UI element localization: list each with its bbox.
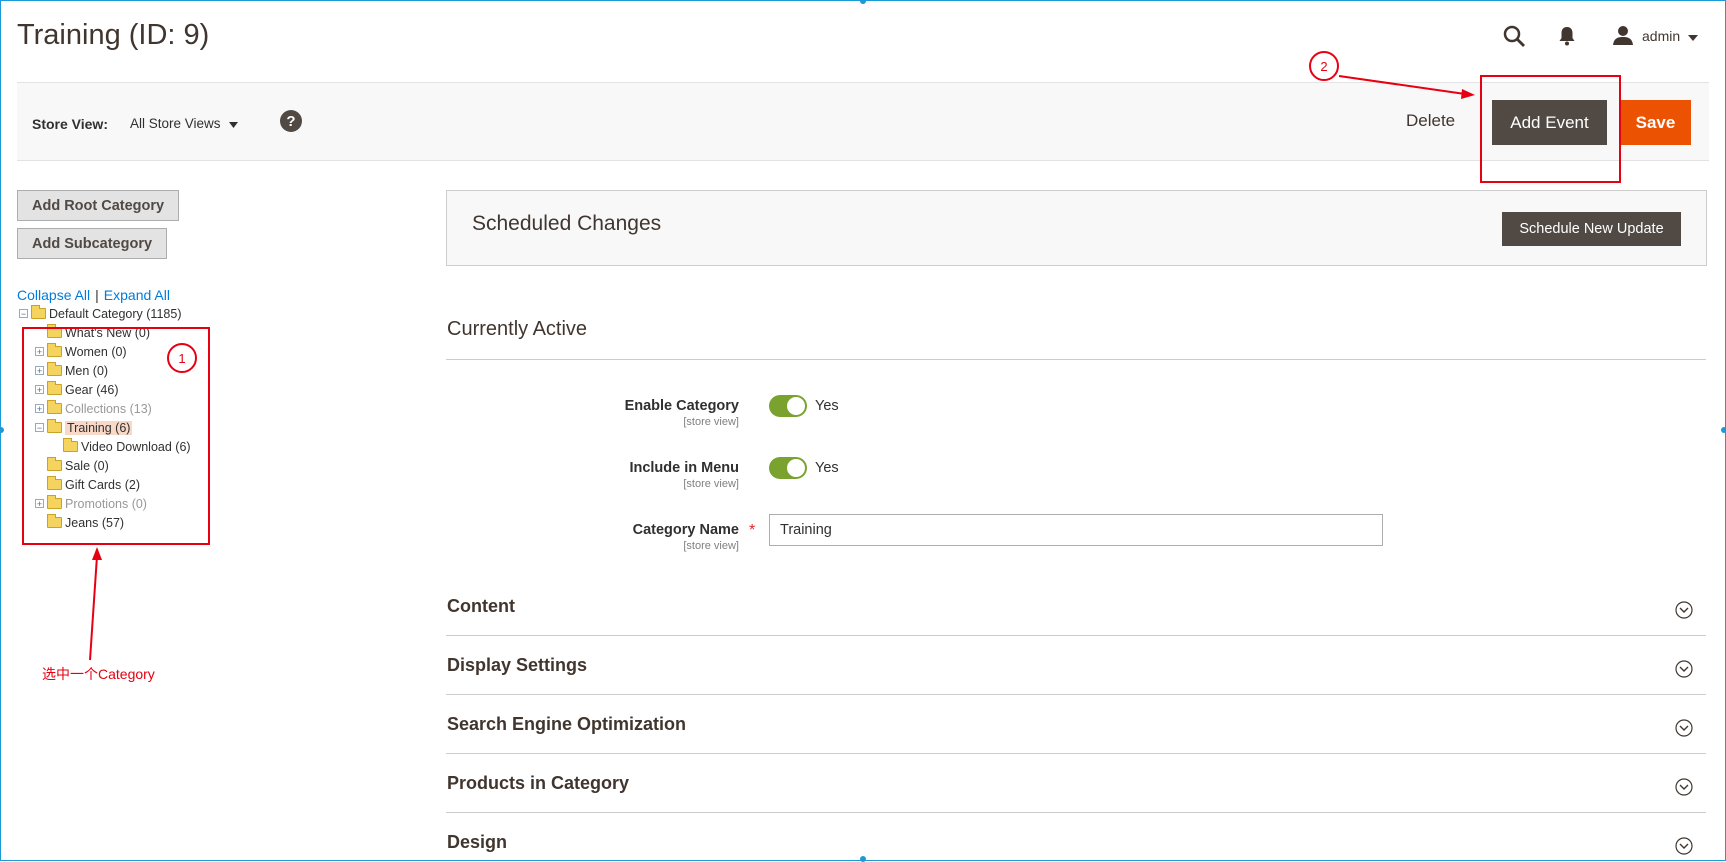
add-root-category-button[interactable]: Add Root Category bbox=[17, 190, 180, 221]
section-divider bbox=[446, 359, 1706, 360]
section-title: Products in Category bbox=[447, 773, 630, 793]
store-view-switcher[interactable]: All Store Views bbox=[130, 116, 238, 131]
section-title: Display Settings bbox=[447, 655, 588, 675]
section-products-in-category[interactable]: Products in Category bbox=[446, 763, 1706, 822]
category-name-label: Category Name bbox=[632, 522, 739, 538]
include-in-menu-value: Yes bbox=[815, 460, 839, 476]
user-menu[interactable]: admin bbox=[1612, 24, 1699, 49]
schedule-new-update-button[interactable]: Schedule New Update bbox=[1502, 212, 1681, 246]
delete-button[interactable]: Delete bbox=[1406, 111, 1455, 131]
tree-node-label: Default Category (1185) bbox=[49, 306, 182, 321]
section-title: Content bbox=[447, 596, 515, 616]
resize-handle-right[interactable] bbox=[1721, 427, 1726, 433]
category-name-scope: [store view] bbox=[683, 540, 739, 552]
user-icon bbox=[1612, 24, 1634, 49]
section-title: Design bbox=[447, 832, 508, 852]
chevron-down-icon bbox=[1688, 28, 1699, 44]
enable-category-value: Yes bbox=[815, 398, 839, 414]
expand-all-link[interactable]: Expand All bbox=[104, 287, 170, 303]
bell-icon[interactable] bbox=[1555, 24, 1579, 48]
include-in-menu-toggle[interactable] bbox=[769, 457, 807, 479]
chevron-down-icon bbox=[1675, 601, 1693, 619]
currently-active-title: Currently Active bbox=[447, 318, 588, 340]
tree-controls: Collapse All | Expand All bbox=[17, 287, 170, 303]
enable-category-scope: [store view] bbox=[683, 416, 739, 428]
section-divider bbox=[446, 635, 1706, 636]
page-actions-toolbar: Store View: All Store Views ? Delete Add… bbox=[17, 82, 1709, 161]
annotation-step-2: 2 bbox=[1309, 51, 1339, 81]
enable-category-label: Enable Category bbox=[624, 398, 739, 414]
section-seo[interactable]: Search Engine Optimization bbox=[446, 704, 1706, 763]
include-in-menu-scope: [store view] bbox=[683, 478, 739, 490]
scheduled-changes-title: Scheduled Changes bbox=[472, 212, 662, 235]
section-divider bbox=[446, 812, 1706, 813]
include-in-menu-label: Include in Menu bbox=[629, 460, 739, 476]
caret-down-icon bbox=[228, 116, 238, 131]
add-subcategory-button[interactable]: Add Subcategory bbox=[17, 228, 168, 259]
help-icon[interactable]: ? bbox=[280, 110, 302, 132]
store-view-label: Store View: bbox=[32, 116, 108, 132]
collapse-icon[interactable]: − bbox=[19, 309, 28, 319]
section-divider bbox=[446, 694, 1706, 695]
category-name-input[interactable] bbox=[769, 514, 1383, 546]
chevron-down-icon bbox=[1675, 837, 1693, 855]
section-title: Search Engine Optimization bbox=[447, 714, 687, 734]
folder-icon bbox=[31, 305, 46, 319]
section-design[interactable]: Design bbox=[446, 822, 1706, 860]
chevron-down-icon bbox=[1675, 778, 1693, 796]
chevron-down-icon bbox=[1675, 660, 1693, 678]
tree-node-default-category[interactable]: − Default Category (1185) bbox=[19, 304, 181, 323]
resize-handle-top[interactable] bbox=[860, 0, 866, 4]
link-separator: | bbox=[95, 287, 99, 303]
annotation-note: 选中一个Category bbox=[42, 666, 155, 682]
search-icon[interactable] bbox=[1502, 24, 1526, 48]
scheduled-changes-panel: Scheduled Changes Schedule New Update bbox=[446, 190, 1707, 266]
page-title: Training (ID: 9) bbox=[17, 19, 210, 51]
enable-category-toggle[interactable] bbox=[769, 395, 807, 417]
annotation-box-add-event bbox=[1480, 75, 1621, 183]
section-content[interactable]: Content bbox=[446, 586, 1706, 645]
save-button[interactable]: Save bbox=[1620, 100, 1691, 145]
collapse-all-link[interactable]: Collapse All bbox=[17, 287, 90, 303]
annotation-step-1: 1 bbox=[167, 343, 197, 373]
chevron-down-icon bbox=[1675, 719, 1693, 737]
resize-handle-left[interactable] bbox=[0, 427, 4, 433]
store-view-value: All Store Views bbox=[130, 116, 221, 131]
user-name: admin bbox=[1642, 28, 1681, 44]
section-divider bbox=[446, 753, 1706, 754]
section-display-settings[interactable]: Display Settings bbox=[446, 645, 1706, 704]
required-marker: * bbox=[749, 522, 756, 539]
